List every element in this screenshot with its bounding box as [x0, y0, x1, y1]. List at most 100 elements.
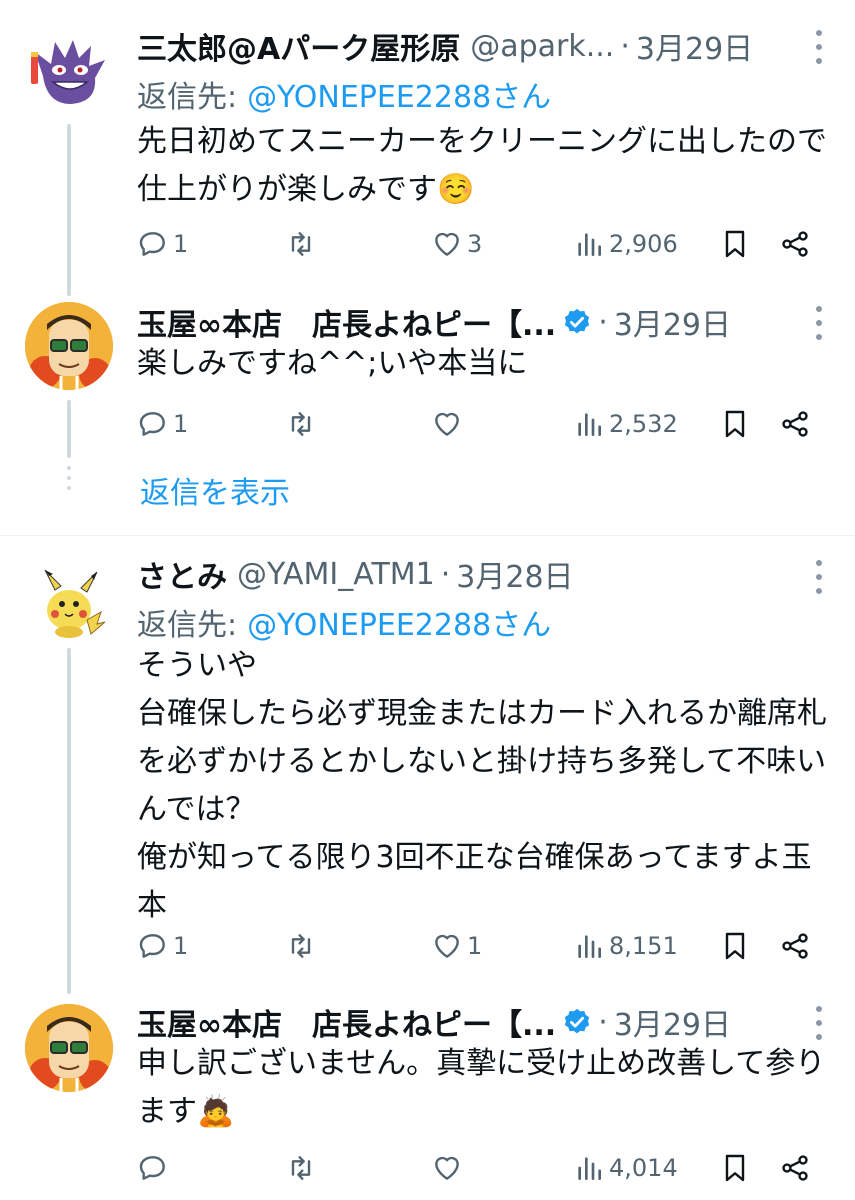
thread-line [67, 648, 71, 994]
retweet-icon [291, 232, 311, 256]
retweet-button[interactable] [285, 1150, 321, 1186]
share-button[interactable] [779, 1150, 811, 1186]
reply-icon [139, 412, 165, 436]
like-count: 1 [467, 932, 483, 960]
share-icon [782, 411, 808, 437]
tweet-actions: 1 2,532 [137, 406, 827, 442]
tweet-header: 玉屋∞本店 店長よねピー【... · 3月29日 [137, 1002, 805, 1043]
share-button[interactable] [779, 226, 811, 262]
reply-to-mention[interactable]: @YONEPEE2288さん [247, 80, 551, 115]
share-button[interactable] [779, 928, 811, 964]
bookmark-icon [725, 230, 745, 258]
tweet-header: さとみ @YAMI_ATM1 · 3月28日 [137, 554, 805, 595]
bookmark-button[interactable] [719, 226, 751, 262]
like-button[interactable] [431, 1150, 467, 1186]
retweet-button[interactable] [285, 928, 321, 964]
reply-button[interactable]: 1 [137, 226, 188, 262]
avatar[interactable] [25, 560, 113, 648]
reply-button[interactable]: 1 [137, 928, 188, 964]
tweet-text: 申し訳ございません。真摯に受け止め改善して参ります🙇 [137, 1046, 826, 1129]
reply-count: 1 [173, 410, 189, 438]
share-icon [782, 231, 808, 257]
views-button[interactable]: 4,014 [573, 1150, 678, 1186]
tweet-header: 三太郎@Aパーク屋形原 @apark... · 3月29日 [137, 26, 805, 67]
tweet-text: 先日初めてスニーカーをクリーニングに出したので仕上がりが楽しみです☺️ [137, 124, 827, 207]
thread-gap-dots [67, 466, 71, 496]
separator-dot: · [620, 28, 630, 64]
avatar[interactable] [25, 1004, 113, 1092]
display-name[interactable]: 玉屋∞本店 店長よねピー【... [137, 302, 556, 342]
views-chart-icon [578, 413, 601, 436]
bookmark-icon [725, 1154, 745, 1182]
like-button[interactable]: 1 [431, 928, 482, 964]
bookmark-button[interactable] [719, 406, 751, 442]
separator-dot: · [440, 556, 451, 592]
section-divider [0, 535, 855, 536]
retweet-icon [291, 412, 311, 436]
reply-button[interactable] [137, 1150, 173, 1186]
man-with-glasses-avatar-icon [25, 1004, 113, 1092]
separator-dot: · [598, 304, 608, 340]
retweet-icon [291, 1156, 311, 1180]
bookmark-icon [725, 932, 745, 960]
tweet-date[interactable]: 3月29日 [614, 302, 731, 342]
heart-icon [435, 1156, 459, 1180]
reply-to-label: 返信先: [137, 80, 238, 115]
reply-to-mention[interactable]: @YONEPEE2288さん [247, 608, 551, 643]
display-name[interactable]: 玉屋∞本店 店長よねピー【... [137, 1002, 556, 1042]
share-icon [782, 933, 808, 959]
tweet-actions: 4,014 [137, 1150, 827, 1186]
user-handle[interactable]: @apark... [470, 29, 614, 64]
ghost-monster-avatar-icon [31, 40, 105, 104]
show-replies-link[interactable]: 返信を表示 [140, 468, 290, 512]
avatar[interactable] [25, 302, 113, 390]
display-name[interactable]: 三太郎@Aパーク屋形原 [137, 26, 460, 66]
verified-badge-icon [562, 1007, 592, 1037]
bookmark-button[interactable] [719, 1150, 751, 1186]
reply-icon [139, 934, 165, 958]
retweet-icon [291, 934, 311, 958]
heart-icon [435, 232, 459, 256]
display-name[interactable]: さとみ [137, 554, 227, 594]
reply-to-label: 返信先: [137, 608, 238, 643]
retweet-button[interactable] [285, 226, 321, 262]
views-count: 2,906 [609, 230, 678, 258]
verified-badge-icon [562, 307, 592, 337]
more-options-icon[interactable] [813, 30, 825, 64]
tweet-date[interactable]: 3月29日 [614, 1002, 731, 1042]
reply-to-line: 返信先: @YONEPEE2288さん [137, 600, 551, 644]
yellow-mouse-avatar-icon [25, 560, 113, 648]
views-button[interactable]: 8,151 [573, 928, 678, 964]
avatar[interactable] [25, 24, 113, 112]
views-count: 4,014 [609, 1154, 678, 1182]
reply-count: 1 [173, 230, 189, 258]
reply-icon [139, 232, 165, 256]
thread-line [67, 400, 71, 458]
share-icon [782, 1155, 808, 1181]
like-button[interactable]: 3 [431, 226, 482, 262]
like-button[interactable] [431, 406, 467, 442]
like-count: 3 [467, 230, 483, 258]
tweet-text: そういや 台確保したら必ず現金またはカード入れるか離席札を必ずかけるとかしないと… [137, 648, 827, 923]
reply-button[interactable]: 1 [137, 406, 188, 442]
views-button[interactable]: 2,906 [573, 226, 678, 262]
heart-icon [435, 934, 459, 958]
views-button[interactable]: 2,532 [573, 406, 678, 442]
bookmark-button[interactable] [719, 928, 751, 964]
reply-icon [139, 1156, 165, 1180]
man-with-glasses-avatar-icon [25, 302, 113, 390]
reply-count: 1 [173, 932, 189, 960]
tweet-date[interactable]: 3月29日 [636, 26, 753, 66]
tweet-actions: 1 3 2,906 [137, 226, 827, 262]
separator-dot: · [598, 1004, 608, 1040]
more-options-icon[interactable] [813, 1006, 825, 1040]
thread-line [67, 124, 71, 296]
more-options-icon[interactable] [813, 560, 825, 594]
views-count: 2,532 [609, 410, 678, 438]
more-options-icon[interactable] [813, 306, 825, 340]
tweet-date[interactable]: 3月28日 [456, 554, 573, 594]
bookmark-icon [725, 410, 745, 438]
retweet-button[interactable] [285, 406, 321, 442]
share-button[interactable] [779, 406, 811, 442]
user-handle[interactable]: @YAMI_ATM1 [237, 557, 435, 592]
